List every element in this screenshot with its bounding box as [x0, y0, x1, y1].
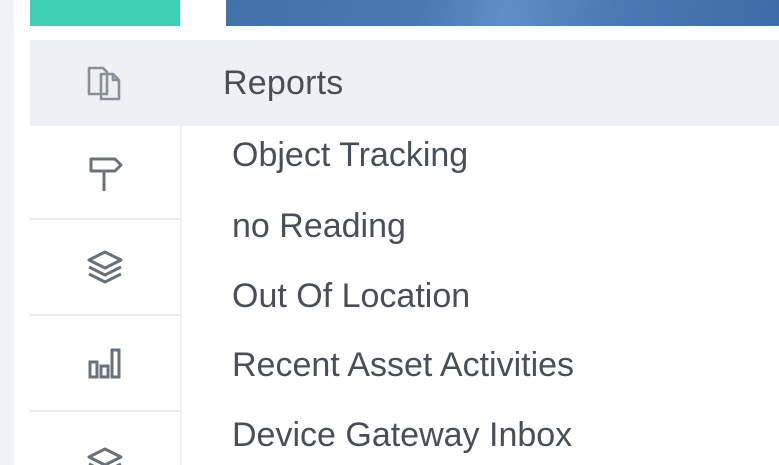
app-window: Reports Object Tracking no Reading Out O…: [0, 0, 779, 465]
menu-header-label: Reports: [223, 63, 344, 102]
sidebar-item-layers-2[interactable]: [30, 412, 180, 465]
sidebar-item-layers[interactable]: [30, 220, 180, 316]
menu-item-no-reading[interactable]: no Reading: [232, 206, 406, 246]
sidebar-icon-column: [30, 40, 180, 465]
top-header-bar: [226, 0, 779, 26]
reports-copy-icon: [87, 66, 121, 101]
layers-icon: [87, 250, 123, 284]
menu-item-object-tracking[interactable]: Object Tracking: [232, 135, 468, 175]
bar-chart-icon: [88, 348, 121, 379]
reports-submenu: Object Tracking no Reading Out Of Locati…: [182, 126, 779, 465]
signpost-icon: [89, 157, 123, 191]
sidebar-item-statistics[interactable]: [30, 316, 180, 412]
menu-item-device-gateway-inbox[interactable]: Device Gateway Inbox: [232, 415, 572, 455]
left-gutter: [0, 0, 14, 465]
brand-accent-bar: [30, 0, 180, 26]
sidebar-item-reports[interactable]: [30, 40, 180, 126]
header-gap: [14, 26, 779, 40]
layers-icon: [87, 447, 123, 465]
menu-item-out-of-location[interactable]: Out Of Location: [232, 276, 470, 316]
sidebar-item-tracking[interactable]: [30, 126, 180, 220]
menu-item-recent-asset-activities[interactable]: Recent Asset Activities: [232, 345, 574, 385]
menu-header-reports[interactable]: Reports: [180, 40, 779, 126]
